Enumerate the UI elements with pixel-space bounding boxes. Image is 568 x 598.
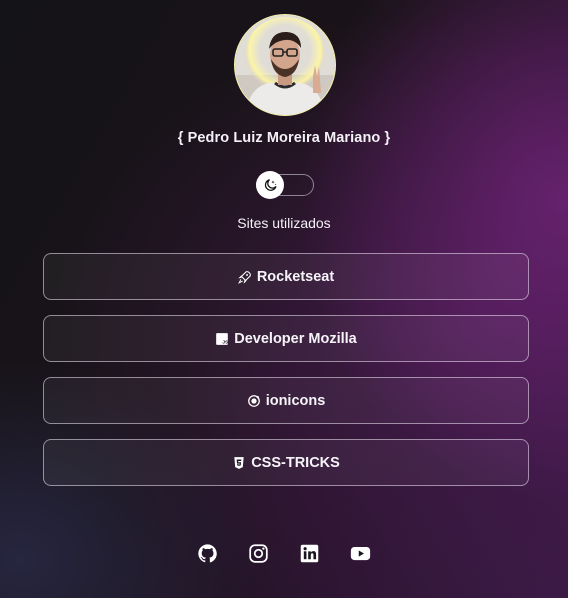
link-developer-mozilla[interactable]: JS Developer Mozilla	[43, 315, 529, 362]
profile-name: { Pedro Luiz Moreira Mariano }	[177, 130, 391, 146]
css3-icon	[232, 456, 246, 470]
linkedin-icon[interactable]	[299, 543, 320, 564]
link-label: ionicons	[265, 392, 326, 409]
link-rocketseat[interactable]: Rocketseat	[43, 253, 529, 300]
moon-icon	[264, 178, 276, 191]
links-list: Rocketseat JS Developer Mozilla ionicons…	[43, 253, 529, 501]
ionic-icon	[247, 394, 261, 408]
link-css-tricks[interactable]: CSS-TRICKS	[43, 439, 529, 486]
link-label: Rocketseat	[256, 268, 335, 285]
link-label: Developer Mozilla	[234, 330, 357, 347]
toggle-knob[interactable]	[256, 171, 284, 199]
profile-avatar	[234, 14, 336, 116]
svg-text:JS: JS	[223, 339, 230, 345]
javascript-icon: JS	[215, 332, 229, 346]
youtube-icon[interactable]	[350, 543, 371, 564]
instagram-icon[interactable]	[248, 543, 269, 564]
link-ionicons[interactable]: ionicons	[43, 377, 529, 424]
rocket-icon	[237, 270, 252, 284]
profile-photo	[235, 15, 335, 115]
social-links	[0, 543, 568, 564]
link-label: CSS-TRICKS	[251, 454, 340, 471]
github-icon[interactable]	[197, 543, 218, 564]
section-title: Sites utilizados	[237, 215, 331, 231]
theme-toggle[interactable]	[256, 171, 314, 199]
